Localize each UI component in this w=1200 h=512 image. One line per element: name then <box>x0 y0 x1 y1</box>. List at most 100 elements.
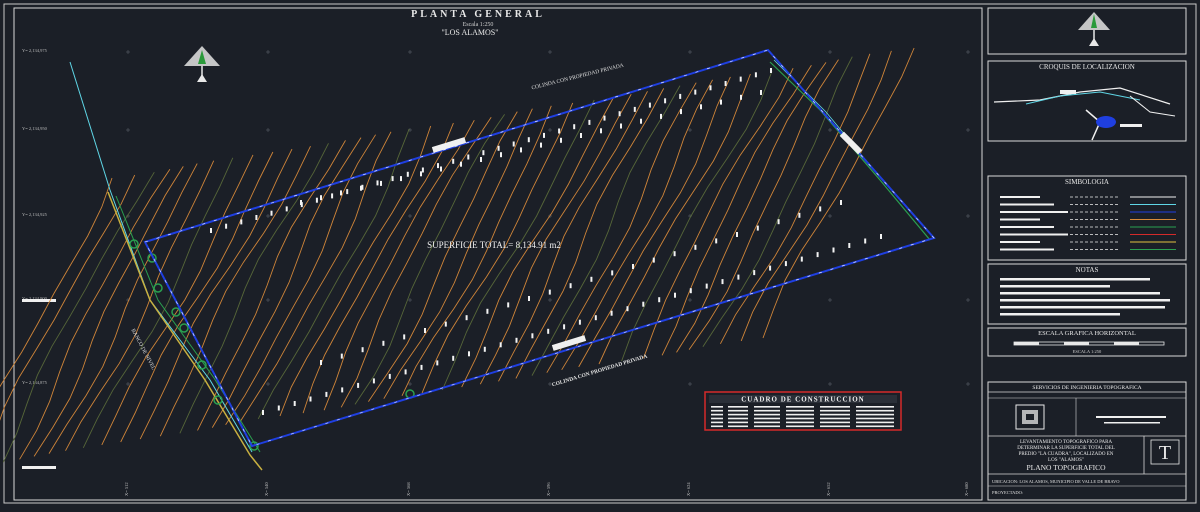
survey-mark <box>705 283 708 289</box>
survey-mark <box>540 142 542 148</box>
survey-mark <box>648 102 651 108</box>
company-logo-icon <box>1015 404 1045 430</box>
contour-line <box>139 148 293 440</box>
survey-mark <box>255 215 258 220</box>
survey-mark <box>346 189 349 195</box>
area-label: SUPERFICIE TOTAL= 8,134.91 m2 <box>427 240 561 250</box>
survey-mark <box>360 185 362 191</box>
survey-mark <box>777 219 780 225</box>
survey-mark <box>560 137 562 143</box>
sheet-border <box>3 3 1197 504</box>
survey-mark <box>680 109 682 115</box>
survey-mark <box>403 334 406 340</box>
survey-mark <box>721 279 724 285</box>
grid-x-label: X= 568 <box>406 482 411 496</box>
survey-mark <box>694 244 697 250</box>
survey-mark <box>500 152 502 158</box>
survey-mark <box>740 94 742 100</box>
location-sketch <box>993 87 1176 141</box>
plan-subtitle: "LOS ALAMOS" <box>442 28 499 37</box>
survey-mark <box>736 232 738 237</box>
contour-line <box>621 70 773 362</box>
survey-mark <box>531 333 534 339</box>
survey-mark <box>240 219 243 225</box>
survey-point <box>179 323 189 333</box>
survey-mark <box>573 124 576 130</box>
plan-title: PLANTA GENERAL <box>411 9 545 20</box>
survey-mark <box>689 288 692 294</box>
survey-mark <box>512 141 515 147</box>
survey-mark <box>325 391 328 397</box>
survey-mark <box>520 147 522 153</box>
survey-mark <box>626 306 629 312</box>
survey-mark <box>404 369 407 375</box>
survey-mark <box>642 301 645 307</box>
symbology-panel <box>987 175 1187 261</box>
scale-bar <box>1013 341 1165 346</box>
north-panel <box>987 7 1187 55</box>
survey-mark <box>753 270 756 276</box>
grid-x-label: X= 624 <box>686 482 691 496</box>
survey-mark <box>468 351 470 357</box>
grid-x-label: X= 540 <box>264 482 269 496</box>
company-name: SERVICIOS DE INGENIERIA TOPOGRAFICA <box>1032 385 1141 391</box>
grid-x-label: X= 680 <box>964 482 969 496</box>
survey-mark <box>440 166 442 172</box>
survey-mark <box>563 324 566 330</box>
survey-mark <box>633 106 636 112</box>
survey-mark <box>467 154 470 160</box>
survey-mark <box>769 265 772 271</box>
survey-mark <box>497 145 500 151</box>
survey-mark <box>341 387 344 393</box>
survey-mark <box>372 378 375 384</box>
grid-y-label: Y= 2,134,950 <box>22 126 48 132</box>
construction-table-title: CUADRO DE CONSTRUCCION <box>741 396 865 404</box>
survey-mark <box>832 247 835 253</box>
survey-mark <box>770 68 772 73</box>
survey-mark <box>754 72 757 78</box>
survey-mark <box>673 251 676 257</box>
survey-mark <box>482 150 485 156</box>
scale-panel-subtitle: ESCALA 1:250 <box>1073 349 1102 354</box>
survey-mark <box>620 123 622 129</box>
contour-line <box>598 73 751 365</box>
survey-mark <box>737 274 740 280</box>
survey-mark <box>700 104 702 110</box>
survey-mark <box>558 128 561 134</box>
survey-mark <box>262 410 264 415</box>
project-line: PROYECTADO: <box>992 490 1023 495</box>
scale-panel-title: ESCALA GRAFICA HORIZONTAL <box>1038 330 1136 337</box>
survey-mark <box>709 85 712 91</box>
drawing-canvas: PLANTA GENERAL Escala 1:250 "LOS ALAMOS"… <box>0 0 1200 507</box>
survey-mark <box>270 210 273 216</box>
survey-mark <box>465 315 468 321</box>
survey-mark <box>391 176 394 182</box>
survey-mark <box>437 163 439 169</box>
notes-panel-title: NOTAS <box>1076 266 1099 274</box>
plan-type: PLANO TOPOGRAFICO <box>1026 463 1106 472</box>
survey-mark <box>784 261 787 267</box>
survey-mark <box>406 171 409 177</box>
survey-mark <box>210 228 212 233</box>
grid-y-label: Y= 2,134,925 <box>22 212 48 218</box>
grid-x-label: X= 512 <box>124 482 129 496</box>
survey-mark <box>864 238 867 244</box>
location-line: UBICACION: LOS ALAMOS, MUNICIPIO DE VALL… <box>992 479 1120 485</box>
survey-mark <box>800 256 803 262</box>
logo-badge: T <box>1150 439 1180 465</box>
survey-mark <box>420 364 423 370</box>
contour-line <box>383 108 533 399</box>
description-line: PREDIO "LA CUADRA", LOCALIZADO EN <box>1019 452 1114 457</box>
survey-mark <box>225 223 228 229</box>
cad-sheet: PLANTA GENERAL Escala 1:250 "LOS ALAMOS"… <box>0 3 1197 504</box>
survey-mark <box>452 158 455 164</box>
survey-mark <box>816 252 819 258</box>
contour-line <box>340 117 492 408</box>
signature-line <box>1104 422 1160 424</box>
contour-line <box>101 154 254 446</box>
survey-mark <box>594 315 597 321</box>
contour-line <box>302 122 454 414</box>
grid-x-labels: X= 512 X= 540 X= 568 X= 596 X= 624 X= 652 X= 6… <box>124 482 969 496</box>
survey-mark <box>664 98 667 104</box>
survey-mark <box>483 346 486 352</box>
